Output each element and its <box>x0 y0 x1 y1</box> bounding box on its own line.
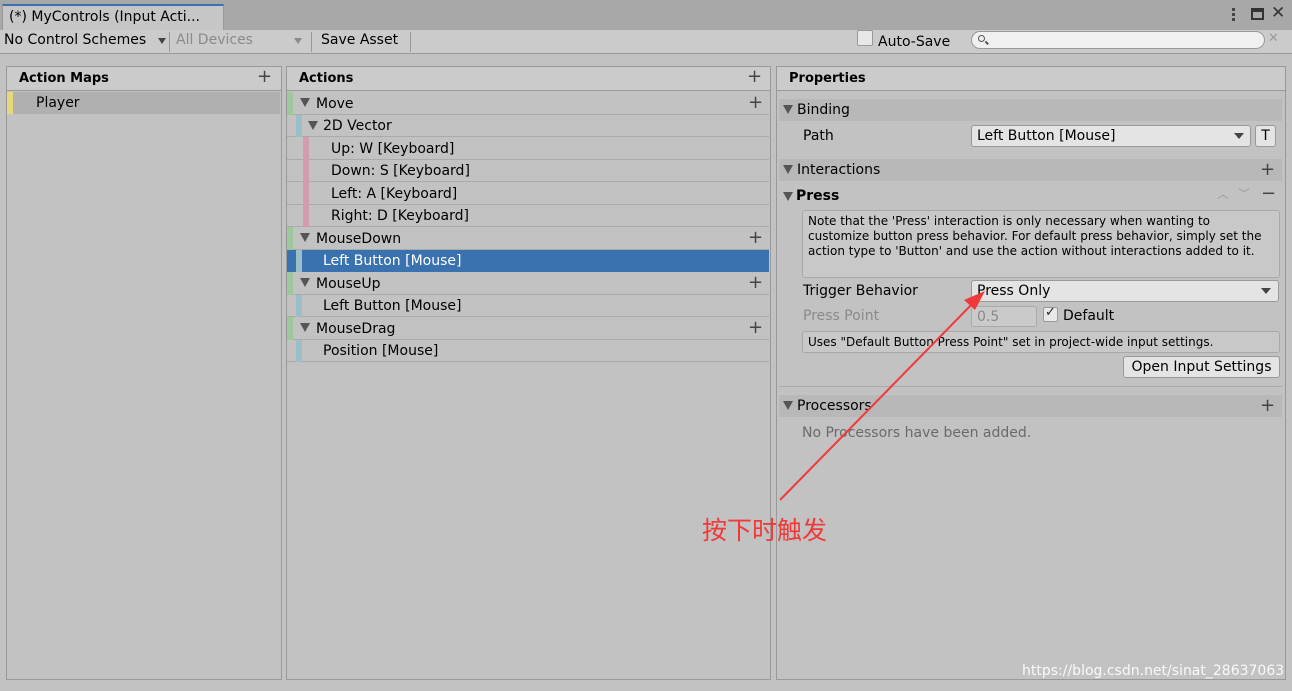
watermark: https://blog.csdn.net/sinat_28637063 <box>1022 663 1285 679</box>
annotation-text: 按下时触发 <box>702 516 828 545</box>
annotation-arrow <box>779 291 985 501</box>
